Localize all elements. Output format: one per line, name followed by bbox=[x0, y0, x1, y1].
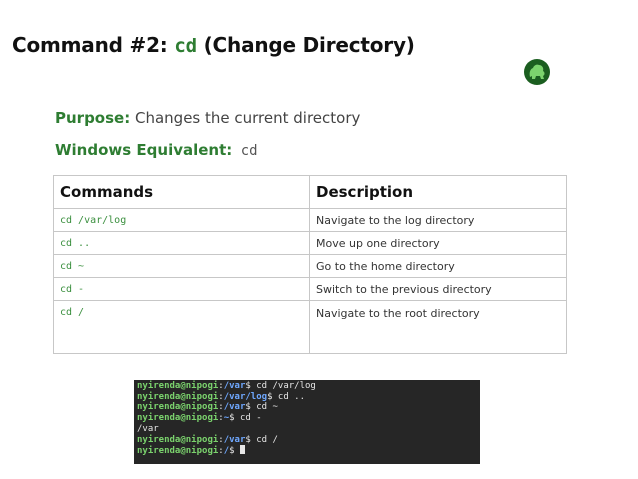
prompt-user: nyirenda@nipogi bbox=[137, 402, 219, 413]
prompt-user: nyirenda@nipogi bbox=[137, 381, 219, 391]
terminal-window[interactable]: nyirenda@nipogi:/var$ cd /var/log nyiren… bbox=[134, 380, 480, 464]
header-description: Description bbox=[309, 175, 567, 209]
typed-command: cd / bbox=[250, 434, 278, 445]
title-suffix: (Change Directory) bbox=[196, 33, 415, 57]
windows-equivalent-code: cd bbox=[232, 143, 258, 159]
table-row: cd .. Move up one directory bbox=[53, 231, 567, 255]
prompt-user: nyirenda@nipogi bbox=[137, 391, 219, 402]
typed-command: cd ~ bbox=[250, 402, 278, 413]
prompt-user: nyirenda@nipogi bbox=[137, 446, 219, 457]
row-command: cd - bbox=[53, 277, 310, 301]
row-command: cd /var/log bbox=[53, 208, 310, 232]
typed-command: cd /var/log bbox=[250, 381, 316, 391]
typed-command: cd .. bbox=[272, 391, 305, 402]
purpose-line: Purpose: Changes the current directory bbox=[55, 109, 360, 127]
prompt-path: /var bbox=[223, 434, 246, 445]
prompt-user: nyirenda@nipogi bbox=[137, 413, 219, 424]
terminal-line: nyirenda@nipogi:/var$ cd ~ bbox=[137, 402, 278, 413]
prompt-path: / bbox=[223, 446, 230, 457]
row-description: Navigate to the root directory bbox=[309, 300, 567, 354]
gorilla-logo-icon bbox=[524, 59, 550, 85]
prompt-path: /var/log bbox=[223, 391, 268, 402]
table-row: cd - Switch to the previous directory bbox=[53, 277, 567, 301]
purpose-text: Changes the current directory bbox=[130, 109, 361, 127]
terminal-line: nyirenda@nipogi:/$ bbox=[137, 445, 477, 457]
prompt-path: /var bbox=[223, 402, 246, 413]
table-row: cd / Navigate to the root directory bbox=[53, 300, 567, 354]
row-description: Go to the home directory bbox=[309, 254, 567, 278]
terminal-line: nyirenda@nipogi:/var/log$ cd .. bbox=[137, 391, 305, 402]
gorilla-icon bbox=[529, 64, 545, 79]
table-header-row: Commands Description bbox=[53, 175, 567, 209]
row-command: cd ~ bbox=[53, 254, 310, 278]
title-command-code: cd bbox=[174, 35, 197, 57]
title-prefix: Command #2: bbox=[12, 33, 175, 57]
terminal-line: nyirenda@nipogi:~$ cd - bbox=[137, 413, 262, 424]
terminal-line: nyirenda@nipogi:/var$ cd / bbox=[137, 434, 278, 445]
row-command: cd .. bbox=[53, 231, 310, 255]
typed-command: cd - bbox=[234, 413, 262, 424]
table-row: cd ~ Go to the home directory bbox=[53, 254, 567, 278]
row-command: cd / bbox=[53, 300, 310, 354]
purpose-label: Purpose: bbox=[55, 109, 131, 127]
table-row: cd /var/log Navigate to the log director… bbox=[53, 208, 567, 232]
header-commands: Commands bbox=[53, 175, 310, 209]
row-description: Navigate to the log directory bbox=[309, 208, 567, 232]
terminal-line: nyirenda@nipogi:/var$ cd /var/log bbox=[137, 381, 316, 391]
page-title: Command #2: cd (Change Directory) bbox=[12, 33, 415, 57]
row-description: Switch to the previous directory bbox=[309, 277, 567, 301]
prompt-user: nyirenda@nipogi bbox=[137, 434, 219, 445]
prompt-path: /var bbox=[223, 381, 246, 391]
terminal-cursor bbox=[239, 445, 245, 455]
windows-equivalent-label: Windows Equivalent: bbox=[55, 141, 233, 159]
prompt-path: ~ bbox=[223, 413, 230, 424]
row-description: Move up one directory bbox=[309, 231, 567, 255]
terminal-output-line: /var bbox=[137, 423, 159, 434]
commands-table: Commands Description cd /var/log Navigat… bbox=[53, 175, 567, 354]
windows-equivalent-line: Windows Equivalent: cd bbox=[55, 141, 258, 159]
